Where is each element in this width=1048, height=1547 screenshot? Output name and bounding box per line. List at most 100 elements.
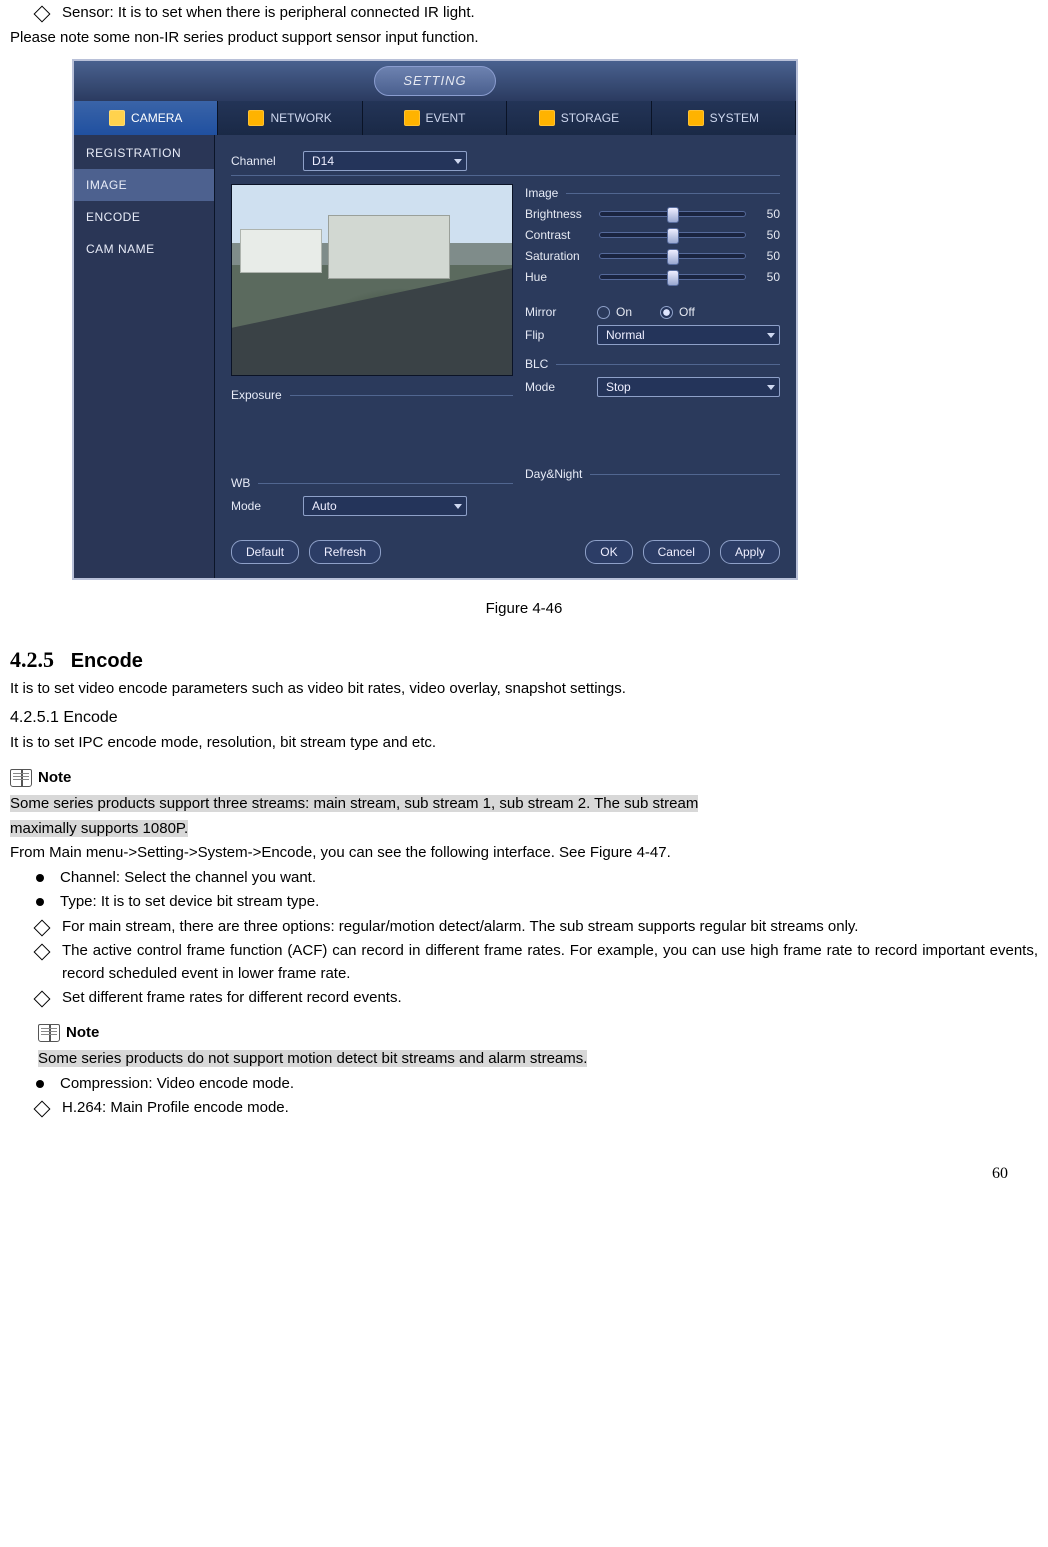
camera-preview	[231, 184, 513, 376]
slider-knob[interactable]	[667, 270, 679, 286]
tab-label: SYSTEM	[710, 109, 759, 127]
sidebar-item-registration[interactable]: REGISTRATION	[74, 137, 214, 169]
text: H.264: Main Profile encode mode.	[62, 1097, 289, 1120]
storage-icon	[539, 110, 555, 126]
daynight-label: Day&Night	[525, 465, 582, 483]
dropdown-value: Normal	[606, 326, 645, 344]
tab-camera[interactable]: CAMERA	[74, 101, 218, 135]
book-icon	[38, 1024, 60, 1042]
sidebar-item-cam-name[interactable]: CAM NAME	[74, 233, 214, 265]
chevron-down-icon	[767, 333, 775, 338]
dot-icon	[36, 898, 44, 906]
tab-label: EVENT	[426, 109, 466, 127]
text: Channel: Select the channel you want.	[60, 867, 316, 890]
text-please-note: Please note some non-IR series product s…	[10, 27, 1038, 50]
diamond-icon	[34, 919, 51, 936]
settings-window: SETTING CAMERA NETWORK EVENT STORAGE SYS…	[72, 59, 798, 580]
tab-storage[interactable]: STORAGE	[507, 101, 651, 135]
sidebar-item-image[interactable]: IMAGE	[74, 169, 214, 201]
content-pane: Channel D14 Exposure WB Mode Auto	[215, 135, 796, 578]
bullet-acf: The active control frame function (ACF) …	[36, 940, 1038, 985]
event-icon	[404, 110, 420, 126]
camera-icon	[109, 110, 125, 126]
text: The active control frame function (ACF) …	[62, 940, 1038, 985]
mirror-off-radio[interactable]	[660, 306, 673, 319]
sidebar: REGISTRATION IMAGE ENCODE CAM NAME	[74, 135, 215, 578]
chevron-down-icon	[454, 159, 462, 164]
bullet-compression: Compression: Video encode mode.	[36, 1073, 1038, 1096]
default-button[interactable]: Default	[231, 540, 299, 564]
slider-knob[interactable]	[667, 228, 679, 244]
flip-label: Flip	[525, 326, 597, 344]
note-body-line2: maximally supports 1080P.	[10, 818, 1038, 841]
slider-value: 50	[756, 268, 780, 286]
chevron-down-icon	[454, 504, 462, 509]
text: It is to set video encode parameters suc…	[10, 678, 1038, 701]
window-title: SETTING	[374, 66, 495, 96]
tab-event[interactable]: EVENT	[363, 101, 507, 135]
mirror-on-radio[interactable]	[597, 306, 610, 319]
wb-mode-label: Mode	[231, 497, 303, 515]
bullet-sensor: Sensor: It is to set when there is perip…	[36, 2, 1038, 25]
slider-value: 50	[756, 247, 780, 265]
diamond-icon	[34, 1101, 51, 1118]
slider-saturation[interactable]: Saturation 50	[525, 247, 780, 265]
slider-contrast[interactable]: Contrast 50	[525, 226, 780, 244]
slider-brightness[interactable]: Brightness50	[525, 205, 780, 223]
highlighted-text: Some series products do not support moti…	[38, 1050, 587, 1067]
ok-button[interactable]: OK	[585, 540, 632, 564]
text: From Main menu->Setting->System->Encode,…	[10, 842, 1038, 865]
slider-value: 50	[756, 205, 780, 223]
tab-system[interactable]: SYSTEM	[652, 101, 796, 135]
wb-label: WB	[231, 474, 250, 492]
note-heading: Note	[10, 767, 1038, 790]
tab-label: CAMERA	[131, 109, 182, 127]
flip-dropdown[interactable]: Normal	[597, 325, 780, 345]
blc-mode-label: Mode	[525, 378, 597, 396]
title-bar: SETTING	[74, 61, 796, 101]
slider-hue[interactable]: Hue 50	[525, 268, 780, 286]
bullet-type: Type: It is to set device bit stream typ…	[36, 891, 1038, 914]
image-section-label: Image	[525, 184, 558, 202]
slider-label: Contrast	[525, 226, 599, 244]
cancel-button[interactable]: Cancel	[643, 540, 710, 564]
top-tabs: CAMERA NETWORK EVENT STORAGE SYSTEM	[74, 101, 796, 135]
note-label: Note	[38, 767, 71, 790]
diamond-icon	[34, 944, 51, 961]
diamond-icon	[34, 991, 51, 1008]
book-icon	[10, 769, 32, 787]
blc-mode-dropdown[interactable]: Stop	[597, 377, 780, 397]
refresh-button[interactable]: Refresh	[309, 540, 381, 564]
page-number: 60	[10, 1122, 1038, 1196]
dot-icon	[36, 1080, 44, 1088]
slider-value: 50	[756, 226, 780, 244]
blc-label: BLC	[525, 355, 548, 373]
highlighted-text: maximally supports 1080P.	[10, 820, 188, 837]
sidebar-item-encode[interactable]: ENCODE	[74, 201, 214, 233]
apply-button[interactable]: Apply	[720, 540, 780, 564]
section-number: 4.2.5	[10, 647, 54, 672]
channel-dropdown[interactable]: D14	[303, 151, 467, 171]
text: Type: It is to set device bit stream typ…	[60, 891, 319, 914]
dot-icon	[36, 874, 44, 882]
tab-label: STORAGE	[561, 109, 619, 127]
slider-knob[interactable]	[667, 249, 679, 265]
slider-label: Hue	[525, 268, 599, 286]
chevron-down-icon	[767, 385, 775, 390]
exposure-label: Exposure	[231, 386, 282, 404]
tab-label: NETWORK	[270, 109, 331, 127]
diamond-icon	[34, 6, 51, 23]
note-body-2: Some series products do not support moti…	[38, 1048, 1038, 1071]
tab-network[interactable]: NETWORK	[218, 101, 362, 135]
system-icon	[688, 110, 704, 126]
text: Sensor: It is to set when there is perip…	[62, 2, 475, 25]
slider-knob[interactable]	[667, 207, 679, 223]
radio-label: On	[616, 303, 632, 321]
radio-label: Off	[679, 303, 695, 321]
text: Set different frame rates for different …	[62, 987, 402, 1010]
wb-mode-dropdown[interactable]: Auto	[303, 496, 467, 516]
dropdown-value: D14	[312, 152, 334, 170]
slider-label: Saturation	[525, 247, 599, 265]
figure-caption: Figure 4-46	[10, 598, 1038, 621]
channel-label: Channel	[231, 152, 303, 170]
